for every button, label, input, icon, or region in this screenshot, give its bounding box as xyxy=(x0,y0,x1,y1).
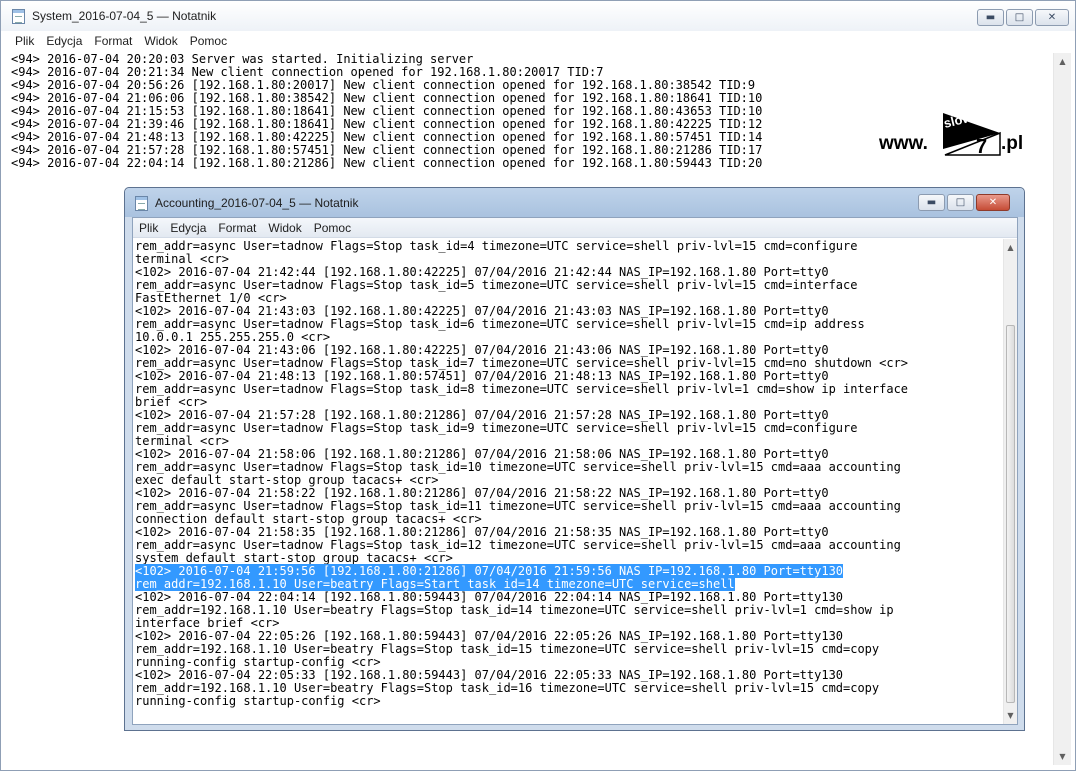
scroll-up-icon[interactable]: ▲ xyxy=(1004,239,1017,256)
inner-client-area: Plik Edycja Format Widok Pomoc rem_addr=… xyxy=(132,217,1018,725)
menu-edycja[interactable]: Edycja xyxy=(164,219,212,237)
notepad-icon xyxy=(12,9,25,24)
menu-format[interactable]: Format xyxy=(212,219,262,237)
maximize-icon: □ xyxy=(955,197,966,208)
outer-log-line: <94> 2016-07-04 22:04:14 [192.168.1.80:2… xyxy=(11,156,763,170)
logo-tld-text: .pl xyxy=(1001,133,1024,154)
inner-title-bar[interactable]: Accounting_2016-07-04_5 — Notatnik ▬ □ ✕ xyxy=(125,188,1024,217)
scroll-down-icon[interactable]: ▼ xyxy=(1004,707,1017,724)
outer-maximize-button[interactable]: □ xyxy=(1006,9,1033,26)
maximize-icon: □ xyxy=(1014,12,1025,23)
menu-plik[interactable]: Plik xyxy=(9,32,40,50)
inner-log-line: rem_addr=async User=tadnow Flags=Stop ta… xyxy=(135,421,858,435)
inner-minimize-button[interactable]: ▬ xyxy=(918,194,945,211)
outer-vertical-scrollbar[interactable]: ▲ ▼ xyxy=(1053,53,1071,765)
outer-title-bar[interactable]: System_2016-07-04_5 — Notatnik ▬ □ ✕ xyxy=(1,1,1075,31)
menu-edycja[interactable]: Edycja xyxy=(40,32,88,50)
inner-menu-bar: Plik Edycja Format Widok Pomoc xyxy=(133,218,1017,238)
scroll-up-icon[interactable]: ▲ xyxy=(1054,53,1071,70)
scroll-thumb[interactable] xyxy=(1006,325,1015,703)
inner-maximize-button[interactable]: □ xyxy=(947,194,974,211)
inner-vertical-scrollbar[interactable]: ▲ ▼ xyxy=(1003,239,1017,724)
menu-format[interactable]: Format xyxy=(88,32,138,50)
menu-plik[interactable]: Plik xyxy=(133,219,164,237)
outer-menu-bar: Plik Edycja Format Widok Pomoc xyxy=(9,32,233,50)
outer-window-title: System_2016-07-04_5 — Notatnik xyxy=(32,9,217,23)
menu-pomoc[interactable]: Pomoc xyxy=(184,32,233,50)
inner-close-button[interactable]: ✕ xyxy=(976,194,1010,211)
scroll-down-icon[interactable]: ▼ xyxy=(1054,748,1071,765)
notepad-icon xyxy=(135,196,148,211)
close-icon: ✕ xyxy=(1047,12,1057,23)
menu-widok[interactable]: Widok xyxy=(262,219,307,237)
inner-log-line: rem_addr=async User=tadnow Flags=Stop ta… xyxy=(135,382,909,396)
minimize-icon: ▬ xyxy=(926,197,937,208)
logo-number-text: 7 xyxy=(976,136,987,158)
close-icon: ✕ xyxy=(988,197,998,208)
minimize-icon: ▬ xyxy=(985,12,996,23)
inner-text-area[interactable]: rem_addr=async User=tadnow Flags=Stop ta… xyxy=(135,239,1003,724)
outer-close-button[interactable]: ✕ xyxy=(1035,9,1069,26)
inner-notepad-window: Accounting_2016-07-04_5 — Notatnik ▬ □ ✕… xyxy=(124,187,1025,731)
outer-text-content: <94> 2016-07-04 20:20:03 Server was star… xyxy=(11,53,762,170)
inner-log-line: rem_addr=async User=tadnow Flags=Stop ta… xyxy=(135,239,858,253)
inner-window-title: Accounting_2016-07-04_5 — Notatnik xyxy=(155,196,359,210)
inner-text-content: rem_addr=async User=tadnow Flags=Stop ta… xyxy=(135,240,908,708)
slow7-logo: www. slow 7 .pl xyxy=(879,113,1029,158)
menu-widok[interactable]: Widok xyxy=(138,32,183,50)
outer-minimize-button[interactable]: ▬ xyxy=(977,9,1004,26)
inner-log-line: running-config startup-config <cr> xyxy=(135,694,381,708)
menu-pomoc[interactable]: Pomoc xyxy=(308,219,357,237)
